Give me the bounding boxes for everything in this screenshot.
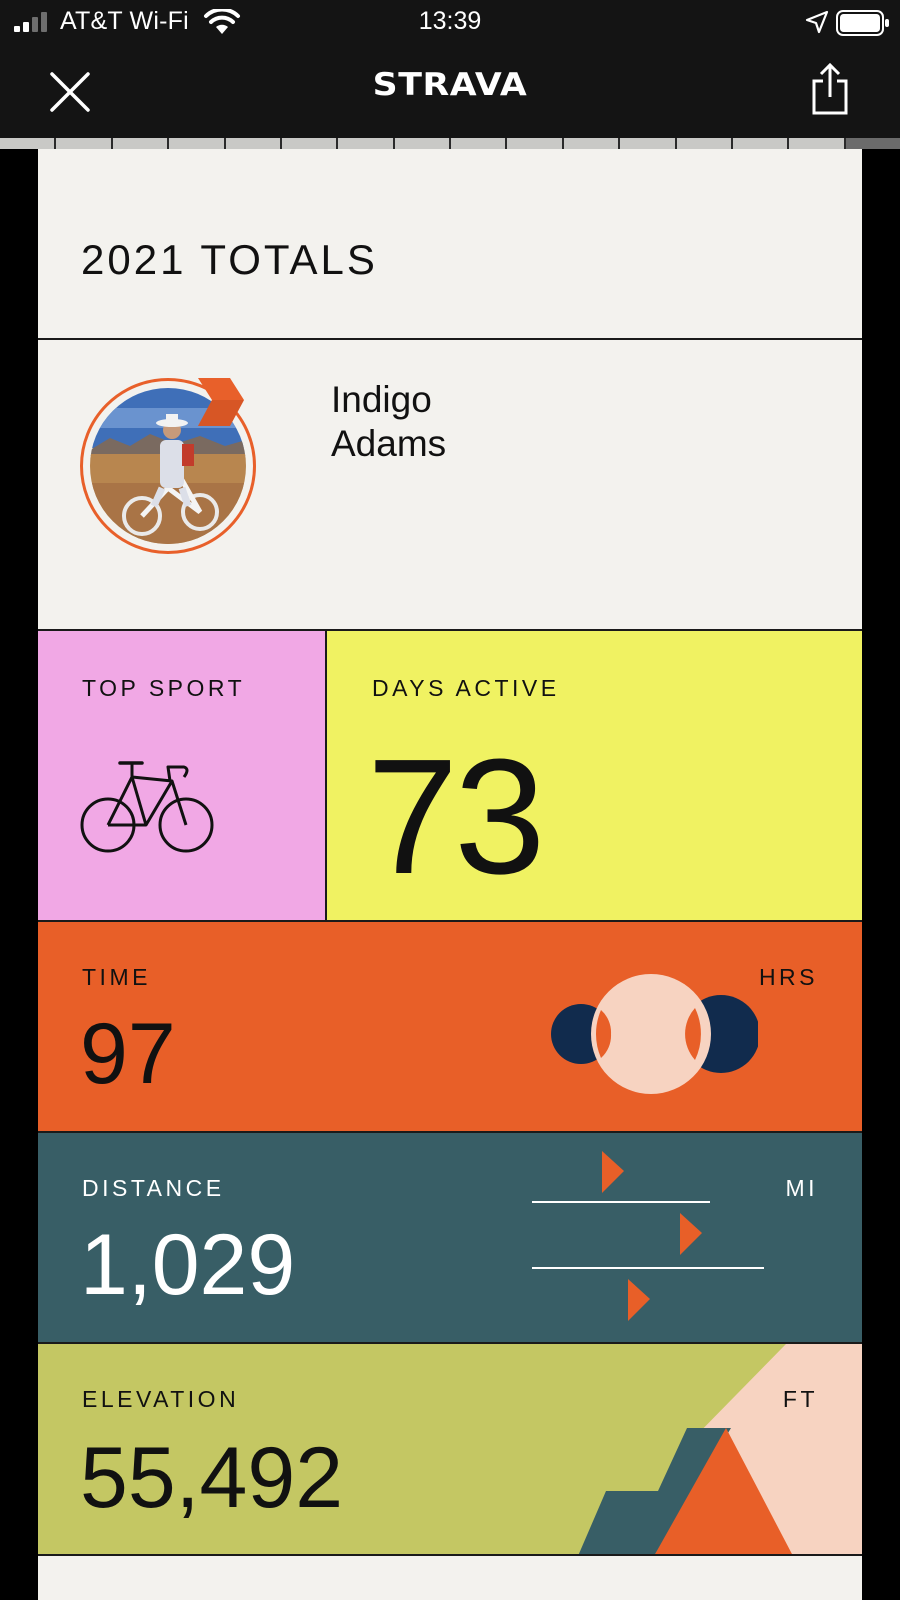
athlete-profile: Indigo Adams [38, 338, 862, 629]
year-in-sport-card: 2021 TOTALS Indigo Adams TOP SPORT DAYS … [38, 149, 862, 1600]
progress-segment [732, 138, 788, 149]
progress-segment [507, 138, 562, 149]
progress-segment [338, 138, 393, 149]
top-sport-label: TOP SPORT [82, 675, 246, 701]
achievement-badge-icon [198, 378, 244, 426]
bike-icon [80, 761, 214, 853]
time-value: 97 [80, 1006, 176, 1102]
progress-segment [56, 138, 111, 149]
card-title-section: 2021 TOTALS [38, 149, 862, 338]
battery-icon [836, 10, 889, 36]
progress-segment [225, 138, 280, 149]
distance-label: DISTANCE [82, 1175, 225, 1201]
sport-days-section: TOP SPORT DAYS ACTIVE 73 [38, 629, 862, 920]
page-title: 2021 TOTALS [81, 236, 378, 283]
days-active-value: 73 [367, 725, 545, 908]
time-decoration-graphic [551, 974, 758, 1094]
progress-segment [620, 138, 675, 149]
elevation-section: ELEVATION FT 55,492 [38, 1342, 862, 1556]
top-sport-tile: TOP SPORT [38, 631, 327, 920]
progress-segment [676, 138, 731, 149]
card-footer [38, 1554, 862, 1600]
top-nav-bar: STRAVA [0, 45, 900, 138]
progress-segment [563, 138, 619, 149]
progress-segment [112, 138, 168, 149]
time-label: TIME [82, 964, 151, 990]
time-section: TIME HRS 97 [38, 920, 862, 1131]
location-icon [805, 10, 829, 34]
clock: 13:39 [418, 7, 482, 35]
distance-decoration-graphic [532, 1151, 764, 1321]
days-active-label: DAYS ACTIVE [372, 675, 560, 701]
progress-segment [0, 138, 55, 149]
time-unit: HRS [758, 964, 818, 990]
share-icon[interactable] [810, 63, 850, 115]
strava-logo: STRAVA [372, 67, 528, 103]
elevation-unit: FT [782, 1386, 818, 1412]
distance-section: DISTANCE MI 1,029 [38, 1131, 862, 1342]
progress-segment [845, 138, 900, 149]
story-progress-bar [0, 138, 900, 149]
days-active-tile: DAYS ACTIVE 73 [327, 631, 862, 920]
athlete-name: Indigo Adams [331, 379, 447, 464]
status-bar: AT&T Wi-Fi 13:39 [0, 0, 900, 45]
distance-unit: MI [785, 1175, 818, 1201]
progress-segment [169, 138, 224, 149]
elevation-label: ELEVATION [82, 1386, 240, 1412]
elevation-value: 55,492 [80, 1430, 344, 1526]
progress-segment [789, 138, 844, 149]
progress-segment [281, 138, 337, 149]
progress-segment [451, 138, 506, 149]
distance-value: 1,029 [80, 1217, 296, 1313]
progress-segment [394, 138, 449, 149]
avatar[interactable] [80, 378, 256, 554]
